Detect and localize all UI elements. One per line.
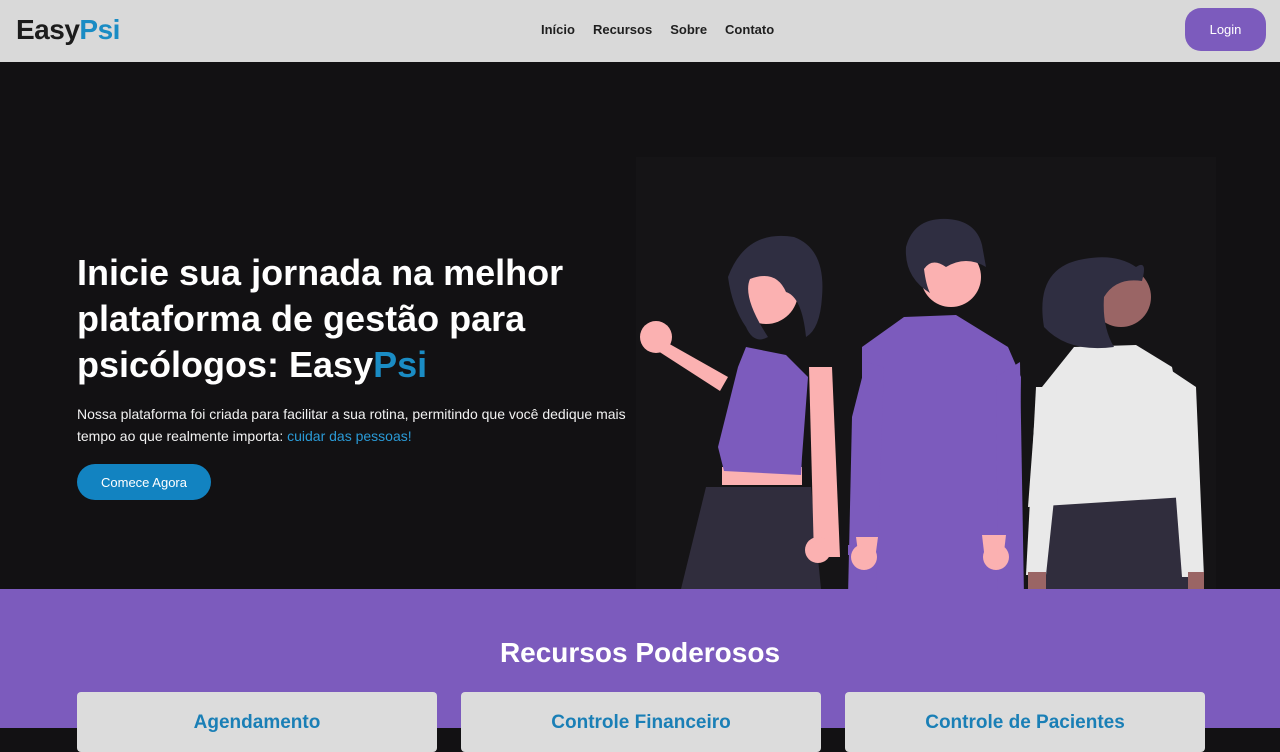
features-title: Recursos Poderosos [499,637,781,668]
logo-text-main: Easy [16,14,80,45]
feature-card-title: Agendamento [193,712,321,733]
nav-link-inicio[interactable]: Início [541,22,575,37]
nav-link-sobre[interactable]: Sobre [670,22,707,37]
get-started-button[interactable]: Comece Agora [77,464,211,500]
people-illustration [636,157,1216,589]
feature-card-title: Controle Financeiro [551,712,731,733]
feature-card-controle-financeiro[interactable]: Controle Financeiro [461,692,821,752]
feature-card-agendamento[interactable]: Agendamento [77,692,437,752]
features-section: Recursos Poderosos Agendamento Controle … [0,589,1280,752]
nav-link-recursos[interactable]: Recursos [593,22,652,37]
main-nav: Início Recursos Sobre Contato [541,22,774,37]
nav-link-contato[interactable]: Contato [725,22,774,37]
hero-title-main: Inicie sua jornada na melhor plataforma … [77,252,564,385]
logo[interactable]: EasyPsi [16,14,120,46]
login-button[interactable]: Login [1185,8,1266,51]
hero-description-highlight: cuidar das pessoas! [287,428,412,444]
hero-description: Nossa plataforma foi criada para facilit… [77,403,637,447]
logo-text-accent: Psi [79,14,120,45]
feature-card-title: Controle de Pacientes [925,712,1125,733]
feature-card-controle-pacientes[interactable]: Controle de Pacientes [845,692,1205,752]
hero-title: Inicie sua jornada na melhor plataforma … [77,250,597,388]
top-navbar: EasyPsi Início Recursos Sobre Contato Lo… [0,0,1280,62]
hero-section: Inicie sua jornada na melhor plataforma … [0,62,1280,589]
hero-title-accent: Psi [373,344,428,385]
